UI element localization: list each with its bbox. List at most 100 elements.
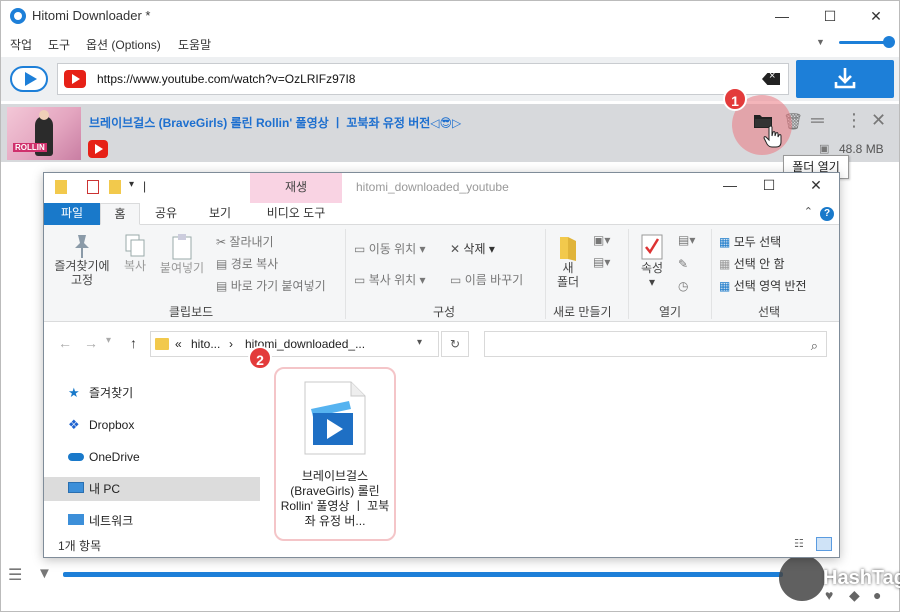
menu-tools[interactable]: 도구 <box>48 36 70 53</box>
copy-button[interactable]: 복사 <box>118 233 152 273</box>
recent-locations-icon[interactable]: ▾ <box>106 335 111 346</box>
dropbox-icon: ❖ <box>68 417 80 432</box>
sort-icon[interactable]: ☰ <box>8 565 22 585</box>
hand-cursor-icon <box>763 125 782 148</box>
url-input[interactable]: https://www.youtube.com/watch?v=OzLRIFz9… <box>57 63 789 95</box>
ribbon-separator <box>545 229 546 319</box>
copy-to-button[interactable]: ▭ 복사 위치 ▾ <box>354 271 426 288</box>
select-none-button[interactable]: ▦ 선택 안 함 <box>719 255 785 272</box>
new-item-icon[interactable]: ▣▾ <box>593 233 610 247</box>
breadcrumb-separator[interactable]: › <box>229 337 233 351</box>
tab-view[interactable]: 보기 <box>194 203 246 225</box>
refresh-icon[interactable]: ↻ <box>441 331 469 357</box>
tab-home[interactable]: 홈 <box>100 203 140 225</box>
explorer-minimize-button[interactable]: — <box>715 177 745 193</box>
edit-icon[interactable]: ✎ <box>678 257 688 271</box>
computer-icon <box>68 482 84 493</box>
move-to-label: 이동 위치 <box>368 242 417 256</box>
context-tab-play[interactable]: 재생 <box>250 173 342 203</box>
breadcrumb-parent[interactable]: hito... <box>191 337 220 351</box>
rename-button[interactable]: ▭ 이름 바꾸기 <box>450 271 523 288</box>
ribbon-separator <box>711 229 712 319</box>
more-options-icon[interactable]: ⋮ <box>845 110 863 131</box>
copy-icon <box>125 234 145 257</box>
new-folder-quick-icon[interactable] <box>109 180 121 194</box>
step-badge-1: 1 <box>723 87 747 111</box>
volume-dropdown-icon[interactable]: ▼ <box>816 37 825 47</box>
search-input[interactable]: ⌕ <box>484 331 827 357</box>
menu-options[interactable]: 옵션 (Options) <box>86 36 161 53</box>
video-thumbnail: ROLLIN <box>7 107 81 160</box>
nav-label: 내 PC <box>89 482 121 496</box>
paste-button[interactable]: 붙여넣기 <box>156 233 208 275</box>
up-arrow-icon[interactable]: ↑ <box>130 335 137 351</box>
collapse-ribbon-icon[interactable]: ⌃ <box>804 205 813 218</box>
explorer-close-button[interactable]: ✕ <box>801 177 831 194</box>
pin-quick-access-button[interactable]: 즐겨찾기에 고정 <box>50 233 114 287</box>
customize-quick-access-icon[interactable]: ▾ <box>129 179 134 190</box>
address-bar[interactable]: « hito... › hitomi_downloaded_... ▾ <box>150 331 439 357</box>
maximize-button[interactable]: ☐ <box>807 1 853 31</box>
titlebar-separator: | <box>143 179 147 193</box>
cloud-icon <box>68 453 84 461</box>
play-icon[interactable] <box>10 66 48 92</box>
item-count: 1개 항목 <box>58 539 102 553</box>
invert-selection-button[interactable]: ▦ 선택 영역 반전 <box>719 277 807 294</box>
scissors-icon: ✂ <box>216 235 227 249</box>
ribbon-tabs: 파일 홈 공유 보기 비디오 도구 ⌃ ? <box>44 203 839 225</box>
cut-button[interactable]: ✂ 잘라내기 <box>216 233 274 250</box>
nav-item-dropbox[interactable]: ❖ Dropbox <box>44 413 260 437</box>
open-icon[interactable]: ▤▾ <box>678 233 695 247</box>
move-to-button[interactable]: ▭ 이동 위치 ▾ <box>354 240 426 257</box>
network-icon <box>68 514 84 525</box>
help-icon[interactable]: ? <box>820 207 834 221</box>
delete-button[interactable]: ✕ 삭제 ▾ <box>450 240 495 257</box>
pin-icon <box>75 235 89 258</box>
volume-slider-track[interactable] <box>839 41 889 44</box>
explorer-maximize-button[interactable]: ☐ <box>754 177 784 194</box>
address-dropdown-icon[interactable]: ▾ <box>417 337 422 348</box>
forward-arrow-icon[interactable]: → <box>84 335 98 351</box>
download-icon <box>834 68 856 89</box>
ribbon-separator <box>345 229 346 319</box>
menu-task[interactable]: 작업 <box>10 36 32 53</box>
nav-item-favorites[interactable]: ★ 즐겨찾기 <box>44 381 260 405</box>
file-item[interactable]: 브레이브걸스 (BraveGirls) 롤린 Rollin' 풀영상 ㅣ 꼬북좌… <box>274 367 396 541</box>
volume-slider-knob[interactable] <box>883 36 895 48</box>
clear-input-icon[interactable] <box>762 73 780 85</box>
navigation-pane: ★ 즐겨찾기 ❖ Dropbox OneDrive 내 PC 네트워크 <box>44 371 264 531</box>
properties-quick-icon[interactable] <box>87 180 99 194</box>
copy-path-icon: ▤ <box>216 257 228 271</box>
minimize-button[interactable]: — <box>759 1 805 31</box>
menu-bar: 작업 도구 옵션 (Options) 도움말 <box>1 33 899 55</box>
pin-label: 즐겨찾기에 고정 <box>54 259 110 287</box>
delete-x-icon: ✕ <box>450 242 461 256</box>
history-icon[interactable]: ◷ <box>678 279 688 293</box>
nav-item-onedrive[interactable]: OneDrive <box>44 445 260 469</box>
watermark-text: HashTag <box>823 567 900 589</box>
tab-video-tools[interactable]: 비디오 도구 <box>250 203 342 225</box>
easy-access-icon[interactable]: ▤▾ <box>593 255 610 269</box>
download-button[interactable] <box>796 60 894 98</box>
back-arrow-icon[interactable]: ← <box>58 335 72 351</box>
filter-icon[interactable]: ▼ <box>37 565 52 582</box>
new-folder-button[interactable]: 새 폴더 <box>551 233 585 289</box>
large-icons-view-icon[interactable] <box>816 537 832 551</box>
menu-lines-icon[interactable]: ═ <box>811 110 824 131</box>
menu-help[interactable]: 도움말 <box>178 36 211 53</box>
details-view-icon[interactable]: ☷ <box>794 537 810 551</box>
close-button[interactable]: ✕ <box>853 1 899 31</box>
nav-item-this-pc[interactable]: 내 PC <box>44 477 260 501</box>
tab-share[interactable]: 공유 <box>144 203 188 225</box>
copy-label: 복사 <box>123 259 147 273</box>
copy-path-button[interactable]: ▤ 경로 복사 <box>216 255 278 272</box>
hitomi-app-icon <box>10 8 26 24</box>
paste-shortcut-button[interactable]: ▤ 바로 가기 붙여넣기 <box>216 277 326 294</box>
properties-icon <box>641 234 663 260</box>
properties-button[interactable]: 속성 ▾ <box>634 233 670 289</box>
select-all-button[interactable]: ▦ 모두 선택 <box>719 233 781 250</box>
nav-item-network[interactable]: 네트워크 <box>44 509 260 533</box>
tab-file[interactable]: 파일 <box>44 203 100 225</box>
address-overflow[interactable]: « <box>175 337 182 351</box>
remove-task-icon[interactable]: ✕ <box>871 110 886 131</box>
